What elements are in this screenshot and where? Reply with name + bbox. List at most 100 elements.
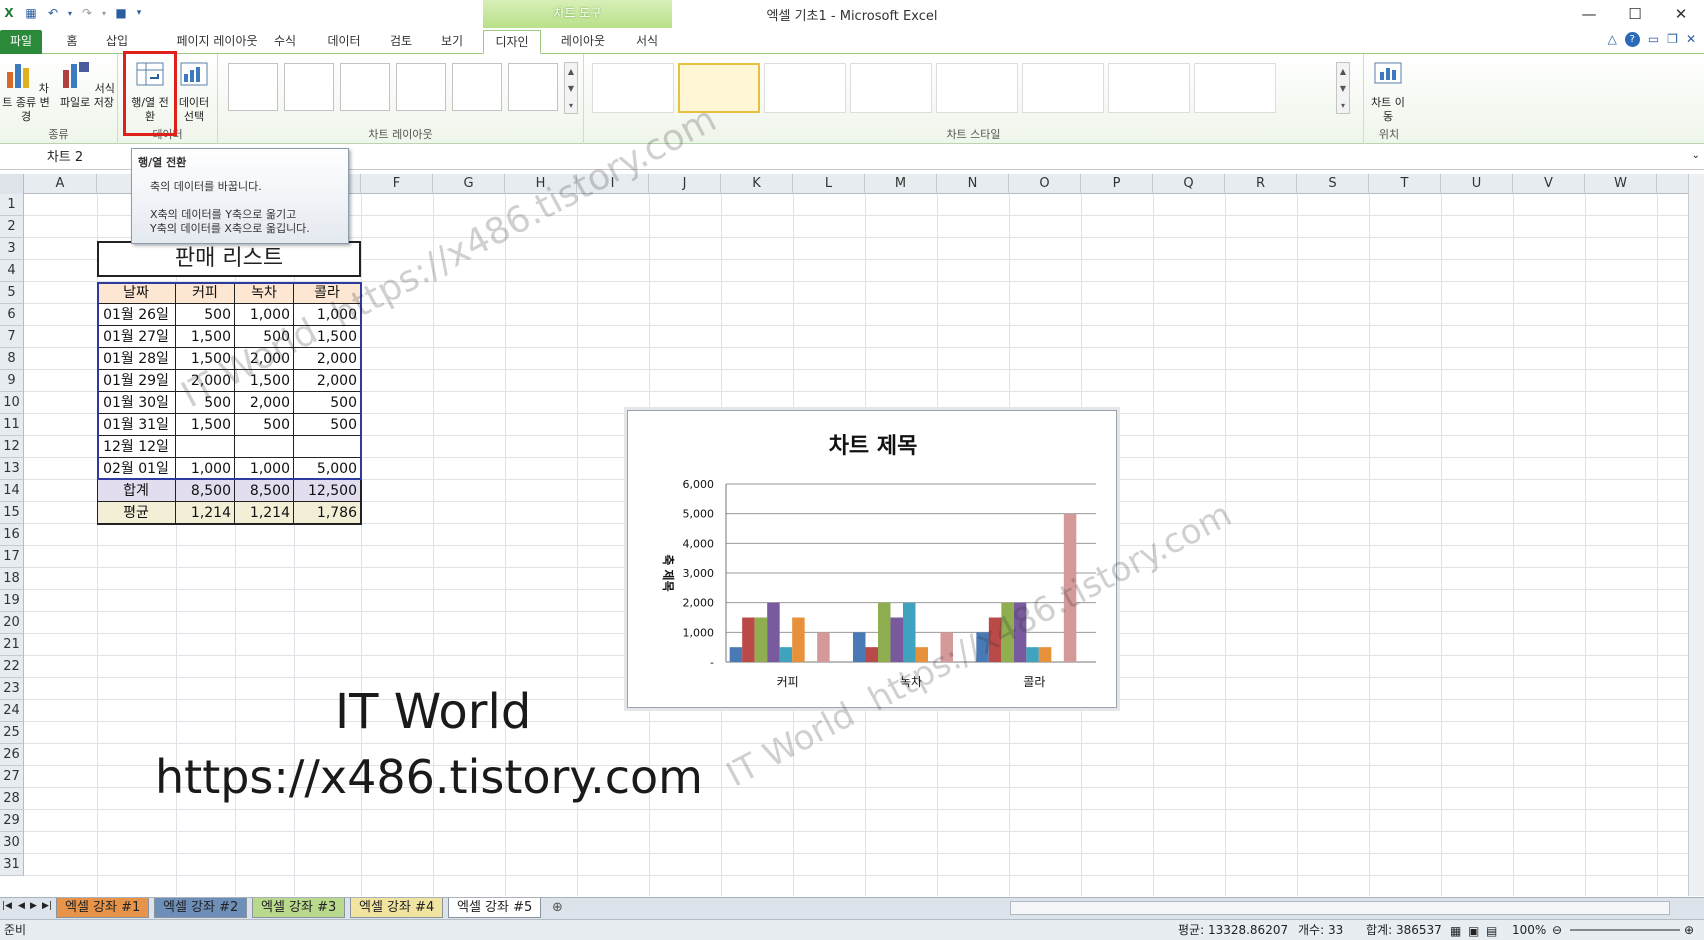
- maximize-icon[interactable]: ☐: [1612, 0, 1658, 28]
- horizontal-scrollbar[interactable]: [1010, 901, 1670, 915]
- row-header-18[interactable]: 18: [0, 568, 24, 590]
- row-header-23[interactable]: 23: [0, 678, 24, 700]
- row-header-11[interactable]: 11: [0, 414, 24, 436]
- column-header-f[interactable]: F: [361, 174, 433, 194]
- row-header-7[interactable]: 7: [0, 326, 24, 348]
- view-page-break-icon[interactable]: ▤: [1486, 921, 1497, 940]
- column-header-u[interactable]: U: [1441, 174, 1513, 194]
- chart-style-6[interactable]: [1022, 63, 1104, 113]
- row-header-22[interactable]: 22: [0, 656, 24, 678]
- minimize-ribbon-icon[interactable]: △: [1608, 32, 1617, 47]
- sheet-nav-next-icon[interactable]: ▶: [30, 901, 37, 911]
- tab-formulas[interactable]: 수식: [268, 30, 302, 54]
- select-all-corner[interactable]: [0, 174, 24, 194]
- column-header-h[interactable]: H: [505, 174, 577, 194]
- name-box[interactable]: 차트 2: [0, 148, 130, 168]
- row-header-24[interactable]: 24: [0, 700, 24, 722]
- row-header-8[interactable]: 8: [0, 348, 24, 370]
- row-header-6[interactable]: 6: [0, 304, 24, 326]
- chart-style-4[interactable]: [850, 63, 932, 113]
- tab-design[interactable]: 디자인: [483, 30, 541, 54]
- row-header-28[interactable]: 28: [0, 788, 24, 810]
- row-header-5[interactable]: 5: [0, 282, 24, 304]
- column-header-a[interactable]: A: [24, 174, 97, 194]
- column-header-j[interactable]: J: [649, 174, 721, 194]
- zoom-in-icon[interactable]: ⊕: [1684, 920, 1694, 940]
- sheet-tab-5[interactable]: 엑셀 강좌 #5: [448, 898, 542, 918]
- chart-layout-6[interactable]: [508, 63, 558, 111]
- column-header-m[interactable]: M: [865, 174, 937, 194]
- row-header-3[interactable]: 3: [0, 238, 24, 260]
- tab-view[interactable]: 보기: [434, 30, 470, 54]
- tab-format[interactable]: 서식: [626, 30, 668, 54]
- row-header-26[interactable]: 26: [0, 744, 24, 766]
- tab-review[interactable]: 검토: [382, 30, 420, 54]
- chart-layout-4[interactable]: [396, 63, 446, 111]
- help-icon[interactable]: ?: [1624, 32, 1640, 47]
- row-header-16[interactable]: 16: [0, 524, 24, 546]
- column-header-r[interactable]: R: [1225, 174, 1297, 194]
- sheet-title[interactable]: 판매 리스트: [97, 241, 361, 277]
- column-header-k[interactable]: K: [721, 174, 793, 194]
- zoom-level[interactable]: 100%: [1512, 920, 1546, 940]
- chart-style-1[interactable]: [592, 63, 674, 113]
- vertical-scrollbar[interactable]: [1688, 174, 1704, 896]
- column-header-w[interactable]: W: [1585, 174, 1657, 194]
- view-normal-icon[interactable]: ▦: [1450, 921, 1461, 940]
- row-header-20[interactable]: 20: [0, 612, 24, 634]
- column-header-l[interactable]: L: [793, 174, 865, 194]
- row-header-31[interactable]: 31: [0, 854, 24, 876]
- select-data-button[interactable]: 데이터 선택: [174, 58, 214, 124]
- row-header-2[interactable]: 2: [0, 216, 24, 238]
- chart-layout-3[interactable]: [340, 63, 390, 111]
- chart-style-2[interactable]: [678, 63, 760, 113]
- chart-layout-2[interactable]: [284, 63, 334, 111]
- row-header-30[interactable]: 30: [0, 832, 24, 854]
- column-header-n[interactable]: N: [937, 174, 1009, 194]
- sheet-nav-prev-icon[interactable]: ◀: [18, 901, 25, 911]
- zoom-slider[interactable]: [1570, 929, 1680, 931]
- doc-restore-icon[interactable]: ❐: [1667, 32, 1678, 47]
- chart-layout-1[interactable]: [228, 63, 278, 111]
- row-header-25[interactable]: 25: [0, 722, 24, 744]
- column-header-v[interactable]: V: [1513, 174, 1585, 194]
- column-header-q[interactable]: Q: [1153, 174, 1225, 194]
- chart-object[interactable]: 차트 제목 축 제목 - 1,000 2,000 3,000 4,000 5,000 6,000…: [627, 410, 1117, 708]
- save-as-template-button[interactable]: 서식 파일로 저장: [56, 58, 118, 124]
- chart-layout-scroll[interactable]: ▲ ▼ ▾: [564, 62, 578, 114]
- view-page-layout-icon[interactable]: ▣: [1468, 921, 1479, 940]
- row-header-10[interactable]: 10: [0, 392, 24, 414]
- zoom-out-icon[interactable]: ⊖: [1552, 920, 1562, 940]
- row-header-17[interactable]: 17: [0, 546, 24, 568]
- sheet-nav-last-icon[interactable]: ▶|: [42, 901, 52, 911]
- doc-minimize-icon[interactable]: ▭: [1648, 32, 1659, 47]
- chart-style-7[interactable]: [1108, 63, 1190, 113]
- sheet-nav-first-icon[interactable]: |◀: [2, 901, 12, 911]
- sheet-tab-2[interactable]: 엑셀 강좌 #2: [154, 898, 248, 918]
- column-header-p[interactable]: P: [1081, 174, 1153, 194]
- doc-close-icon[interactable]: ✕: [1686, 32, 1696, 47]
- row-header-12[interactable]: 12: [0, 436, 24, 458]
- chart-layout-5[interactable]: [452, 63, 502, 111]
- move-chart-button[interactable]: 차트 이동: [1368, 58, 1408, 124]
- sheet-tab-1[interactable]: 엑셀 강좌 #1: [56, 898, 150, 918]
- tab-home[interactable]: 홈: [56, 30, 88, 54]
- column-header-s[interactable]: S: [1297, 174, 1369, 194]
- column-header-i[interactable]: I: [577, 174, 649, 194]
- chart-style-scroll[interactable]: ▲ ▼ ▾: [1336, 62, 1350, 114]
- sheet-tab-4[interactable]: 엑셀 강좌 #4: [350, 898, 444, 918]
- row-header-1[interactable]: 1: [0, 194, 24, 216]
- row-header-9[interactable]: 9: [0, 370, 24, 392]
- row-header-27[interactable]: 27: [0, 766, 24, 788]
- tab-layout[interactable]: 레이아웃: [552, 30, 614, 54]
- formula-expand-icon[interactable]: ⌄: [1692, 150, 1700, 161]
- row-header-15[interactable]: 15: [0, 502, 24, 524]
- row-header-19[interactable]: 19: [0, 590, 24, 612]
- row-header-29[interactable]: 29: [0, 810, 24, 832]
- tab-file[interactable]: 파일: [0, 30, 42, 54]
- close-icon[interactable]: ✕: [1658, 0, 1704, 28]
- insert-sheet-icon[interactable]: ⊕: [552, 900, 563, 915]
- sheet-tab-3[interactable]: 엑셀 강좌 #3: [252, 898, 346, 918]
- row-header-13[interactable]: 13: [0, 458, 24, 480]
- chart-style-5[interactable]: [936, 63, 1018, 113]
